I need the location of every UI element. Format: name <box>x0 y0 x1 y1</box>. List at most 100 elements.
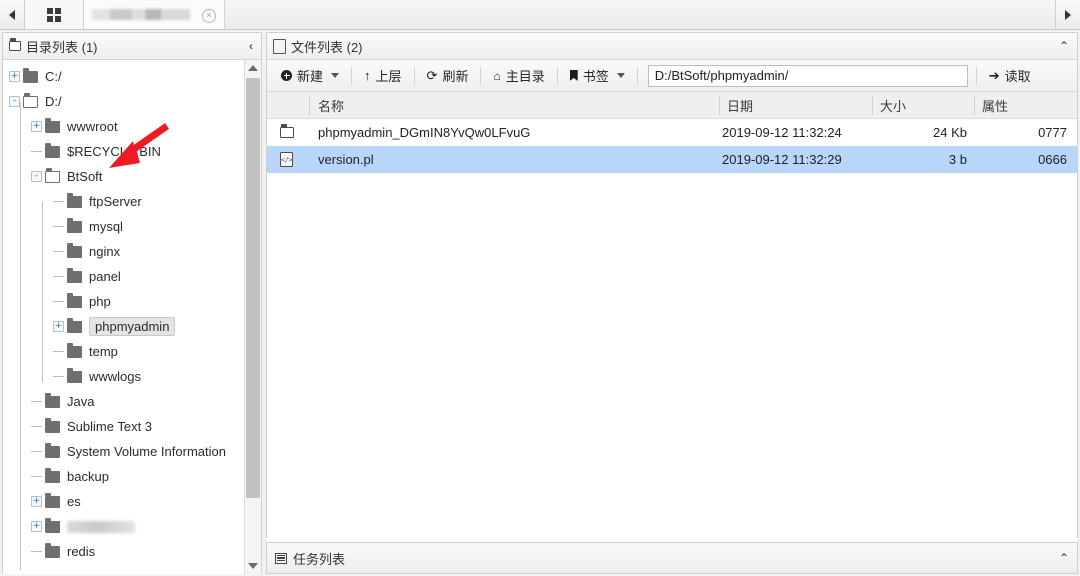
tab-scroll-left-button[interactable] <box>0 0 25 29</box>
file-list-title: 文件列表 (2) <box>291 39 363 55</box>
up-level-button[interactable]: ↑ 上层 <box>354 63 412 89</box>
toolbar-divider <box>480 66 482 85</box>
column-header[interactable]: 大小 <box>880 92 906 118</box>
tree-item[interactable]: backup <box>3 464 241 489</box>
tree-branch-line <box>31 401 42 402</box>
up-level-label: 上层 <box>375 69 402 84</box>
task-list-expand-button[interactable]: ⌃ <box>1059 543 1069 573</box>
column-divider[interactable] <box>974 95 975 115</box>
tree-branch-line <box>31 476 42 477</box>
file-outline-icon <box>273 38 286 54</box>
tree-item-label: Java <box>67 394 95 409</box>
tree-branch-line <box>53 201 64 202</box>
tree-item[interactable]: temp <box>3 339 241 364</box>
sidebar-collapse-button[interactable]: ‹ <box>249 33 253 59</box>
file-list-panel-header: 文件列表 (2) ⌃ <box>267 33 1077 60</box>
column-header-label: 属性 <box>982 98 1009 114</box>
tree-item[interactable]: wwwlogs <box>3 364 241 389</box>
file-list-column-headers: 名称 日期 大小 属性 <box>267 92 1077 119</box>
tree-item-label <box>67 520 135 533</box>
tree-item[interactable]: nginx <box>3 239 241 264</box>
tab-item-active[interactable]: × <box>84 0 225 29</box>
tree-item[interactable]: + phpmyadmin <box>3 314 241 339</box>
column-header-label: 日期 <box>727 98 754 114</box>
file-name-cell: version.pl <box>318 152 374 167</box>
folder-icon <box>45 417 60 433</box>
tree-item-label: ftpServer <box>89 194 142 209</box>
tree-item[interactable]: panel <box>3 264 241 289</box>
read-path-button[interactable]: ➔ 读取 <box>979 63 1041 89</box>
tree-guide-line <box>42 202 43 382</box>
tree-item-label: backup <box>67 469 109 484</box>
tree-collapse-icon[interactable]: - <box>31 171 42 182</box>
column-header[interactable]: 属性 <box>982 92 1008 118</box>
folder-icon <box>67 292 82 308</box>
directory-list-panel: 目录列表 (1) ‹ + C:/ - D:/ + wwwroot $RECYCLE.BIN -… <box>2 32 262 574</box>
tree-item[interactable]: - BtSoft <box>3 164 241 189</box>
tree-branch-line <box>31 426 42 427</box>
tree-expand-icon[interactable]: + <box>53 321 64 332</box>
column-divider[interactable] <box>309 95 310 115</box>
column-header-label: 名称 <box>318 98 345 114</box>
column-header-label: 大小 <box>880 98 907 114</box>
tree-item[interactable]: redis <box>3 539 241 564</box>
column-divider[interactable] <box>719 95 720 115</box>
column-header[interactable]: 日期 <box>727 92 753 118</box>
tree-expand-icon[interactable]: + <box>9 71 20 82</box>
tree-item-label: System Volume Information <box>67 444 226 459</box>
folder-open-icon <box>45 167 60 183</box>
tree-expand-icon[interactable]: + <box>31 521 42 532</box>
bookmark-icon <box>569 70 578 81</box>
task-list-bar[interactable]: 任务列表 ⌃ <box>266 542 1078 574</box>
chevron-down-icon[interactable] <box>616 73 625 78</box>
directory-tree-scrollbar[interactable] <box>244 60 261 574</box>
tree-item[interactable]: Sublime Text 3 <box>3 414 241 439</box>
scroll-down-button[interactable] <box>245 558 261 574</box>
directory-panel-title-group: 目录列表 (1) <box>9 37 98 56</box>
tree-item[interactable]: $RECYCLE.BIN <box>3 139 241 164</box>
tab-bar: × <box>0 0 1080 30</box>
new-button[interactable]: 新建 <box>271 63 349 89</box>
refresh-button[interactable]: ⟳ 刷新 <box>417 63 479 89</box>
tree-item[interactable]: php <box>3 289 241 314</box>
tree-item[interactable]: Java <box>3 389 241 414</box>
arrow-right-icon: ➔ <box>988 67 1000 83</box>
table-row[interactable]: </> version.pl 2019-09-12 11:32:29 3 b 0666 <box>267 146 1077 173</box>
folder-icon <box>45 442 60 458</box>
scrollbar-thumb[interactable] <box>246 78 260 498</box>
folder-open-icon <box>23 92 38 108</box>
tree-item[interactable]: mysql <box>3 214 241 239</box>
tree-item[interactable]: + es <box>3 489 241 514</box>
scroll-up-button[interactable] <box>245 60 261 76</box>
tree-item[interactable]: + C:/ <box>3 64 241 89</box>
tree-collapse-icon[interactable]: - <box>9 96 20 107</box>
directory-tree: + C:/ - D:/ + wwwroot $RECYCLE.BIN - BtSoft ftpSe… <box>3 60 241 570</box>
file-list-title-group: 文件列表 (2) <box>273 37 363 56</box>
code-file-icon: </> <box>280 152 293 167</box>
tree-expand-icon[interactable]: + <box>31 121 42 132</box>
directory-tree-scroll-area[interactable]: + C:/ - D:/ + wwwroot $RECYCLE.BIN - BtSoft ftpSe… <box>3 60 261 574</box>
arrow-up-icon: ↑ <box>364 68 371 83</box>
tree-item[interactable]: + wwwroot <box>3 114 241 139</box>
file-list-collapse-button[interactable]: ⌃ <box>1059 33 1069 59</box>
tree-item[interactable]: + <box>3 514 241 539</box>
tree-item[interactable]: - D:/ <box>3 89 241 114</box>
column-divider[interactable] <box>872 95 873 115</box>
bookmark-button[interactable]: 书签 <box>560 63 635 89</box>
tree-expand-icon[interactable]: + <box>31 496 42 507</box>
chevron-down-icon[interactable] <box>331 73 340 78</box>
folder-icon <box>45 492 60 508</box>
home-directory-button[interactable]: ⌂ 主目录 <box>483 63 554 89</box>
folder-icon <box>67 267 82 283</box>
toolbar-divider <box>413 66 415 85</box>
path-input[interactable] <box>647 64 968 87</box>
apps-grid-button[interactable] <box>25 0 84 29</box>
column-header[interactable]: 名称 <box>318 92 344 118</box>
tree-item[interactable]: ftpServer <box>3 189 241 214</box>
tree-item[interactable]: System Volume Information <box>3 439 241 464</box>
folder-icon <box>45 142 60 158</box>
home-icon: ⌂ <box>493 68 501 83</box>
table-row[interactable]: phpmyadmin_DGmIN8YvQw0LFvuG 2019-09-12 11… <box>267 119 1077 146</box>
tab-close-icon[interactable]: × <box>202 9 216 23</box>
tab-scroll-right-button[interactable] <box>1055 0 1080 29</box>
